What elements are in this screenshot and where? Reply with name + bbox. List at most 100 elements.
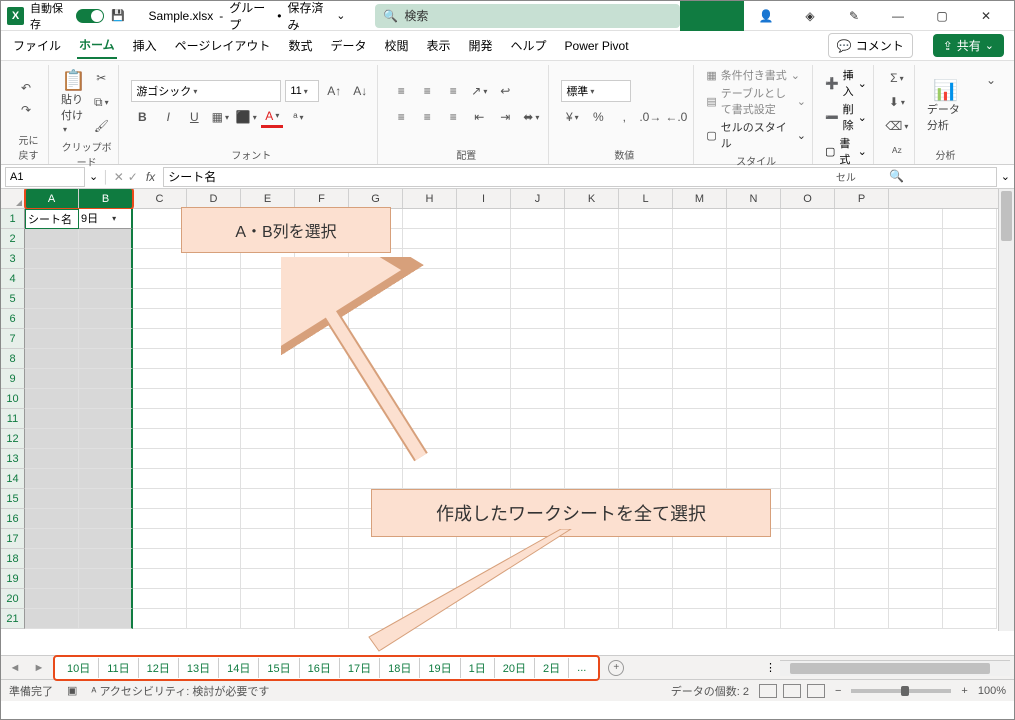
col-header-b[interactable]: B <box>79 189 133 208</box>
cell[interactable] <box>943 489 997 509</box>
cell[interactable] <box>889 329 943 349</box>
cell[interactable] <box>25 249 79 269</box>
cell[interactable] <box>457 269 511 289</box>
cell[interactable] <box>25 229 79 249</box>
orientation-icon[interactable]: ↗ <box>468 80 490 102</box>
cell[interactable] <box>727 369 781 389</box>
cell[interactable] <box>133 489 187 509</box>
cell[interactable] <box>943 589 997 609</box>
align-top-icon[interactable]: ≡ <box>390 80 412 102</box>
cell[interactable] <box>943 409 997 429</box>
tab-home[interactable]: ホーム <box>77 32 117 59</box>
conditional-formatting-button[interactable]: ▦条件付き書式⌄ <box>706 67 806 83</box>
col-header-m[interactable]: M <box>673 189 727 208</box>
col-header-g[interactable]: G <box>349 189 403 208</box>
cell[interactable] <box>25 389 79 409</box>
cell[interactable] <box>565 469 619 489</box>
cell[interactable] <box>511 449 565 469</box>
sheet-tab[interactable]: 13日 <box>179 658 219 678</box>
cell[interactable] <box>889 209 943 229</box>
cell[interactable] <box>673 269 727 289</box>
cell[interactable] <box>619 589 673 609</box>
cell[interactable] <box>187 609 241 629</box>
cell[interactable] <box>457 389 511 409</box>
cell[interactable] <box>781 529 835 549</box>
cell[interactable] <box>619 309 673 329</box>
cell[interactable] <box>241 489 295 509</box>
cell[interactable] <box>673 309 727 329</box>
cell[interactable] <box>187 349 241 369</box>
cell[interactable] <box>511 269 565 289</box>
cell[interactable] <box>835 229 889 249</box>
cell[interactable] <box>25 509 79 529</box>
cell[interactable] <box>79 569 133 589</box>
cell[interactable] <box>835 529 889 549</box>
col-header-o[interactable]: O <box>781 189 835 208</box>
cell[interactable] <box>619 469 673 489</box>
page-layout-view-button[interactable] <box>783 684 801 698</box>
indent-decrease-icon[interactable]: ⇤ <box>468 106 490 128</box>
cell[interactable] <box>133 349 187 369</box>
cell[interactable] <box>673 389 727 409</box>
cell[interactable] <box>511 229 565 249</box>
cell[interactable] <box>835 489 889 509</box>
cell[interactable] <box>619 449 673 469</box>
cell[interactable] <box>511 209 565 229</box>
cell[interactable] <box>673 329 727 349</box>
cell[interactable] <box>25 569 79 589</box>
paste-icon[interactable]: 📋 <box>63 69 85 91</box>
cell[interactable] <box>673 349 727 369</box>
cell[interactable] <box>241 569 295 589</box>
cell[interactable] <box>781 209 835 229</box>
col-header-l[interactable]: L <box>619 189 673 208</box>
cell[interactable] <box>241 549 295 569</box>
cell[interactable] <box>187 289 241 309</box>
cell[interactable] <box>781 269 835 289</box>
cell[interactable] <box>673 229 727 249</box>
cell[interactable] <box>781 409 835 429</box>
cell[interactable] <box>835 369 889 389</box>
cell[interactable] <box>79 549 133 569</box>
col-header-n[interactable]: N <box>727 189 781 208</box>
cell[interactable] <box>25 609 79 629</box>
decimal-decrease-icon[interactable]: ←.0 <box>665 106 687 128</box>
cell[interactable] <box>835 349 889 369</box>
cell[interactable] <box>619 329 673 349</box>
cell[interactable] <box>781 329 835 349</box>
cell[interactable] <box>673 249 727 269</box>
cell[interactable] <box>943 609 997 629</box>
cell[interactable] <box>619 409 673 429</box>
cell[interactable] <box>79 389 133 409</box>
cell[interactable] <box>835 329 889 349</box>
sheet-tab[interactable]: 16日 <box>300 658 340 678</box>
row-header[interactable]: 20 <box>1 589 25 609</box>
cut-icon[interactable]: ✂ <box>90 67 112 89</box>
col-header-i[interactable]: I <box>457 189 511 208</box>
tab-view[interactable]: 表示 <box>424 33 452 58</box>
cell[interactable] <box>25 329 79 349</box>
row-header[interactable]: 12 <box>1 429 25 449</box>
sort-filter-icon[interactable]: ᴬᶻ <box>886 141 908 163</box>
cell[interactable] <box>25 409 79 429</box>
cell[interactable] <box>889 609 943 629</box>
sheet-tab[interactable]: 10日 <box>59 658 99 678</box>
cell[interactable] <box>457 349 511 369</box>
cell[interactable] <box>781 589 835 609</box>
cell[interactable] <box>511 469 565 489</box>
cell[interactable] <box>781 309 835 329</box>
macro-icon[interactable]: ▣ <box>67 684 77 697</box>
cell[interactable] <box>79 369 133 389</box>
cell[interactable] <box>835 309 889 329</box>
cell[interactable] <box>295 489 349 509</box>
cell[interactable] <box>133 449 187 469</box>
row-header[interactable]: 6 <box>1 309 25 329</box>
col-header-p[interactable]: P <box>835 189 889 208</box>
cell[interactable] <box>79 529 133 549</box>
fx-icon[interactable]: fx <box>142 170 159 184</box>
cell[interactable] <box>727 249 781 269</box>
tab-nav-prev[interactable]: ◄ <box>5 662 25 674</box>
col-header-e[interactable]: E <box>241 189 295 208</box>
cell[interactable] <box>187 329 241 349</box>
cell[interactable] <box>79 289 133 309</box>
tab-formulas[interactable]: 数式 <box>286 33 314 58</box>
